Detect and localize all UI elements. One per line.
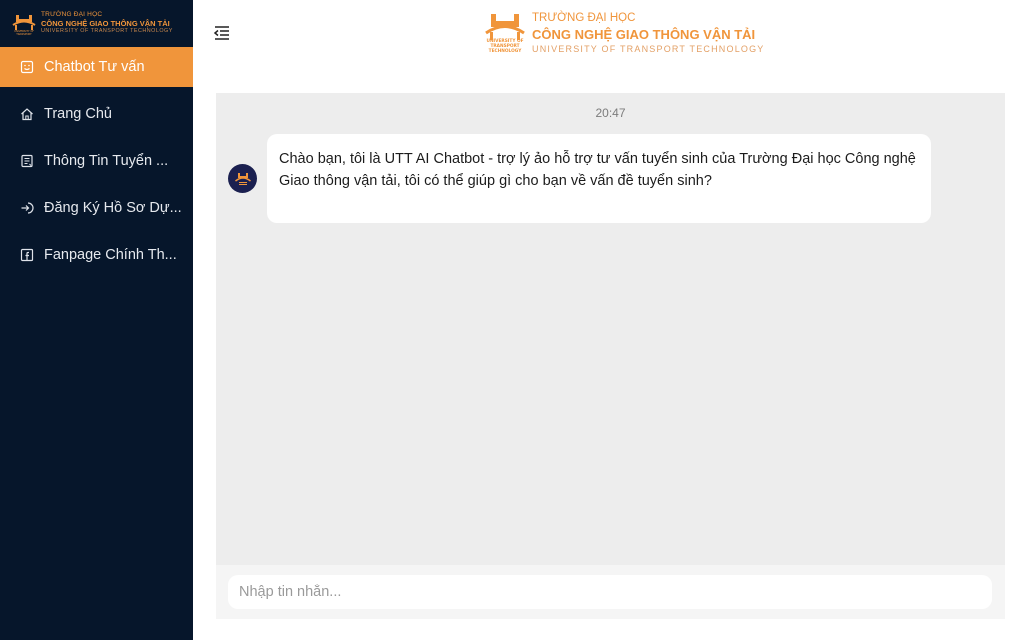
header-brand-line2: CÔNG NGHỆ GIAO THÔNG VẬN TẢI (532, 26, 756, 42)
document-icon (20, 154, 34, 168)
svg-text:TECHNOLOGY: TECHNOLOGY (489, 48, 523, 53)
sidebar-item-label: Thông Tin Tuyển ... (44, 153, 169, 169)
app-root: UNIVERSITY OF TRANSPORT TRƯỜNG ĐẠI HỌC C… (0, 0, 1024, 640)
home-icon (20, 107, 34, 121)
sidebar-logo[interactable]: UNIVERSITY OF TRANSPORT TRƯỜNG ĐẠI HỌC C… (0, 0, 193, 47)
sidebar-item-registration[interactable]: Đăng Ký Hồ Sơ Dự... (0, 188, 193, 228)
sidebar-item-label: Fanpage Chính Th... (44, 247, 177, 263)
sidebar-item-admission-info[interactable]: Thông Tin Tuyển ... (0, 141, 193, 181)
svg-text:TRANSPORT: TRANSPORT (16, 32, 32, 35)
sidebar-brand-line2: CÔNG NGHỆ GIAO THÔNG VẬN TẢI (41, 18, 170, 28)
sidebar-brand-line3: UNIVERSITY OF TRANSPORT TECHNOLOGY (41, 28, 173, 35)
facebook-icon (20, 248, 34, 262)
sidebar-item-home[interactable]: Trang Chủ (0, 94, 193, 134)
sidebar-item-chatbot[interactable]: Chatbot Tư vấn (0, 47, 193, 87)
chat-window[interactable]: 20:47 Chào bạn, tôi là UTT AI Chatbot - … (216, 93, 1005, 565)
sidebar-toggle-button[interactable] (212, 24, 232, 42)
sidebar-nav: Chatbot Tư vấn Trang Chủ Thông Tin Tuyển… (0, 47, 193, 275)
sidebar: UNIVERSITY OF TRANSPORT TRƯỜNG ĐẠI HỌC C… (0, 0, 193, 640)
chat-icon (20, 60, 34, 74)
sidebar-brand-line1: TRƯỜNG ĐẠI HỌC (41, 11, 103, 19)
menu-collapse-icon (213, 26, 229, 40)
sidebar-item-label: Trang Chủ (44, 106, 112, 122)
utt-logo-icon: UNIVERSITY OF TRANSPORT TECHNOLOGY (485, 14, 525, 53)
utt-logo-icon (234, 172, 251, 185)
header-brand-line3: UNIVERSITY OF TRANSPORT TECHNOLOGY (532, 43, 765, 54)
header-logo[interactable]: UNIVERSITY OF TRANSPORT TECHNOLOGY TRƯỜN… (484, 11, 765, 54)
header-brand-line1: TRƯỜNG ĐẠI HỌC (532, 12, 636, 24)
message-input[interactable] (228, 575, 992, 609)
message-input-bar (216, 565, 1005, 619)
bot-avatar (228, 164, 257, 193)
sidebar-item-fanpage[interactable]: Fanpage Chính Th... (0, 235, 193, 275)
login-icon (20, 201, 34, 215)
top-header: UNIVERSITY OF TRANSPORT TECHNOLOGY TRƯỜN… (193, 0, 1024, 70)
message-timestamp: 20:47 (595, 106, 626, 120)
utt-logo-icon: UNIVERSITY OF TRANSPORT (12, 14, 36, 35)
sidebar-item-label: Chatbot Tư vấn (44, 59, 145, 75)
bot-message-bubble: Chào bạn, tôi là UTT AI Chatbot - trợ lý… (267, 134, 931, 223)
sidebar-item-label: Đăng Ký Hồ Sơ Dự... (44, 200, 182, 216)
